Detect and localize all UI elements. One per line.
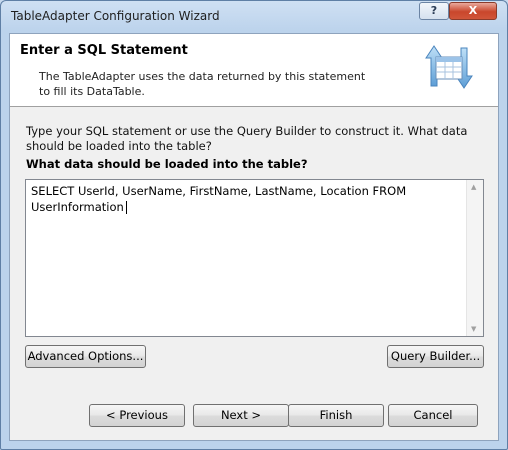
next-button[interactable]: Next > xyxy=(193,404,289,427)
scroll-down-icon[interactable]: ▼ xyxy=(471,325,476,333)
vertical-scrollbar[interactable]: ▲ ▼ xyxy=(466,180,483,336)
instruction-text: Type your SQL statement or use the Query… xyxy=(26,124,468,153)
close-button[interactable]: X xyxy=(449,2,497,20)
help-button[interactable]: ? xyxy=(419,2,449,20)
sql-text-content: SELECT UserId, UserName, FirstName, Last… xyxy=(31,184,410,214)
window-title: TableAdapter Configuration Wizard xyxy=(11,9,220,23)
sql-statement-textarea[interactable]: SELECT UserId, UserName, FirstName, Last… xyxy=(25,179,484,337)
title-bar[interactable]: TableAdapter Configuration Wizard ? X xyxy=(1,1,507,33)
page-title: Enter a SQL Statement xyxy=(20,43,188,58)
table-adapter-icon xyxy=(425,45,473,89)
cancel-button[interactable]: Cancel xyxy=(388,404,478,427)
query-builder-button[interactable]: Query Builder... xyxy=(387,345,484,368)
query-label: What data should be loaded into the tabl… xyxy=(26,157,308,171)
advanced-options-button[interactable]: Advanced Options... xyxy=(25,345,146,368)
finish-button[interactable]: Finish xyxy=(288,404,384,427)
wizard-client-area: Enter a SQL Statement The TableAdapter u… xyxy=(9,33,499,441)
text-caret xyxy=(125,201,127,214)
scroll-up-icon[interactable]: ▲ xyxy=(471,183,476,191)
wizard-window: TableAdapter Configuration Wizard ? X En… xyxy=(0,0,508,450)
sql-text[interactable]: SELECT UserId, UserName, FirstName, Last… xyxy=(31,183,451,215)
page-description: The TableAdapter uses the data returned … xyxy=(39,70,366,98)
wizard-header: Enter a SQL Statement The TableAdapter u… xyxy=(10,34,498,107)
previous-button[interactable]: < Previous xyxy=(89,404,185,427)
